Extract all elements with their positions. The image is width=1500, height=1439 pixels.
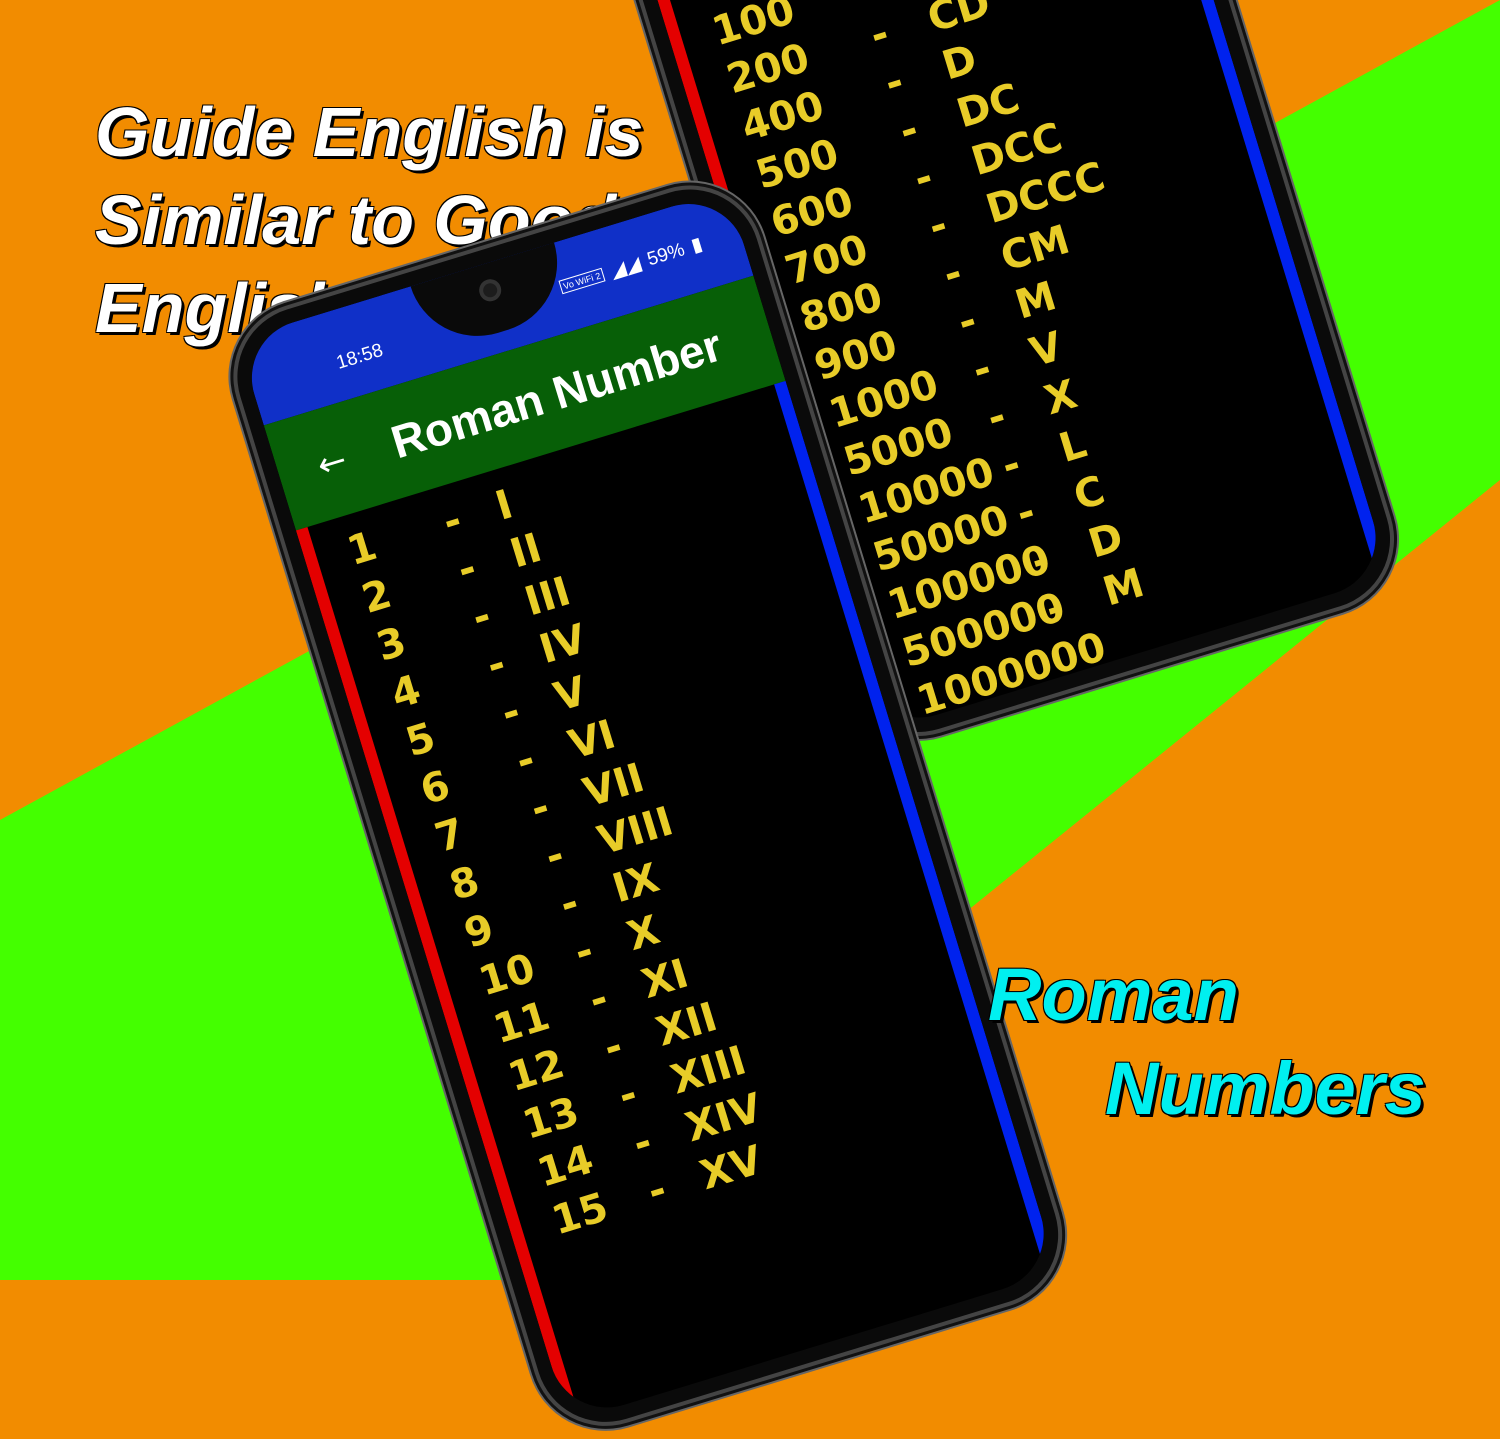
separator-text: -	[540, 831, 570, 881]
separator-text: -	[879, 58, 909, 108]
list-item: 3 - III	[371, 568, 575, 675]
roman-text: XI	[636, 950, 694, 1008]
roman-text: IX	[607, 854, 665, 913]
camera-icon	[476, 276, 504, 305]
separator-text: -	[510, 736, 541, 785]
list-item: 2 - II	[357, 525, 547, 627]
number-text: 3	[371, 618, 412, 671]
headline-line-1: Guide English is	[95, 93, 644, 171]
roman-text: L	[1053, 420, 1092, 473]
separator-text: -	[850, 0, 879, 11]
number-text: 9	[459, 905, 500, 958]
signal-icon: ◢◢	[607, 252, 644, 283]
list-item: 800- CM	[795, 217, 1075, 346]
number-text: 8	[444, 857, 485, 910]
tagline-roman: Roman	[988, 953, 1239, 1036]
list-item: 500000- M	[897, 560, 1149, 681]
roman-text: V	[1024, 323, 1068, 377]
separator-text: -	[1011, 488, 1041, 538]
separator-text: -	[437, 496, 468, 546]
list-item: 5 -V	[401, 668, 592, 770]
roman-text: IV	[534, 615, 592, 674]
list-item: 15- XV	[547, 1137, 768, 1248]
separator-text: -	[525, 783, 555, 833]
list-item: 13- XIII	[518, 1037, 752, 1153]
separator-text: -	[981, 392, 1012, 442]
separator-text: -	[996, 440, 1026, 490]
roman-text: D	[936, 35, 983, 90]
roman-text: D	[1083, 514, 1129, 568]
separator-text: -	[466, 592, 497, 642]
separator-text: -	[554, 879, 585, 929]
list-item: 4 - IV	[386, 616, 592, 723]
list-item: 1 -I	[342, 481, 518, 579]
separator-text: -	[627, 1118, 658, 1168]
list-item: 400- D	[736, 36, 982, 155]
separator-text: -	[923, 201, 953, 251]
tagline-numbers: Numbers	[1105, 1047, 1426, 1130]
list-item: 1000- V	[824, 323, 1068, 442]
number-text: 5	[400, 714, 441, 767]
volte-wifi-icon: Vo WiFi 2	[558, 267, 606, 294]
roman-text: X	[621, 907, 665, 961]
roman-text: X	[1039, 371, 1083, 425]
list-item: 200- CD	[722, 0, 996, 107]
list-item: 50000- C	[868, 467, 1110, 585]
separator-text: -	[481, 640, 511, 690]
separator-text: -	[908, 153, 939, 203]
separator-text: -	[894, 106, 924, 155]
list-item: 500- DC	[751, 75, 1025, 203]
number-text: 7	[429, 809, 470, 862]
list-item: 6 - VI	[415, 711, 621, 818]
list-item: 600- DCC	[765, 114, 1067, 251]
separator-text: -	[569, 927, 599, 977]
roman-text: II	[504, 524, 547, 578]
list-item: 100000- D	[882, 514, 1128, 633]
roman-text: I	[490, 481, 519, 530]
list-item: 100-CC	[707, 0, 880, 59]
number-text: 1	[342, 522, 383, 576]
list-item: 8- VIII	[444, 798, 678, 914]
list-item: 10000- L	[853, 421, 1092, 538]
list-item: 14- XIV	[532, 1085, 767, 1201]
separator-text: -	[938, 249, 968, 299]
separator-text: -	[864, 10, 895, 60]
list-item: 9 - IX	[459, 855, 664, 962]
roman-text: M	[1097, 559, 1150, 616]
battery-percent: 59%	[644, 238, 688, 270]
number-text: 4	[385, 666, 427, 719]
separator-text: -	[598, 1022, 628, 1072]
list-item: 12- XII	[503, 994, 723, 1105]
roman-text: C	[1068, 467, 1111, 520]
separator-text: -	[613, 1070, 643, 1120]
list-item: 900- M	[809, 273, 1061, 394]
roman-text: III	[519, 568, 576, 626]
list-item: 10- X	[474, 907, 665, 1009]
arrow-left-icon[interactable]: ←	[313, 440, 352, 487]
list-item: 7- VII	[430, 755, 650, 866]
separator-text: -	[452, 544, 482, 594]
separator-text: -	[642, 1166, 672, 1216]
list-item: 700- DCCC	[780, 154, 1110, 298]
status-time: 18:58	[333, 339, 386, 374]
roman-text: VI	[563, 711, 621, 769]
battery-icon: ▮	[688, 233, 705, 257]
separator-text: -	[967, 345, 997, 395]
list-item: 5000- X	[838, 371, 1082, 490]
list-item: 1000000	[912, 624, 1112, 729]
status-icons: Vo WiFi 2 ◢◢ 59% ▮	[557, 232, 706, 299]
number-text: 2	[356, 570, 397, 623]
separator-text: -	[583, 975, 614, 1024]
separator-text: -	[952, 297, 983, 347]
list-item: 99-C	[692, 0, 759, 11]
list-item: 11- XI	[488, 951, 693, 1057]
roman-text: CD	[922, 0, 996, 42]
roman-text: V	[548, 667, 592, 722]
number-text: 6	[415, 762, 456, 815]
separator-text: -	[496, 688, 526, 738]
roman-text: M	[1010, 273, 1062, 329]
